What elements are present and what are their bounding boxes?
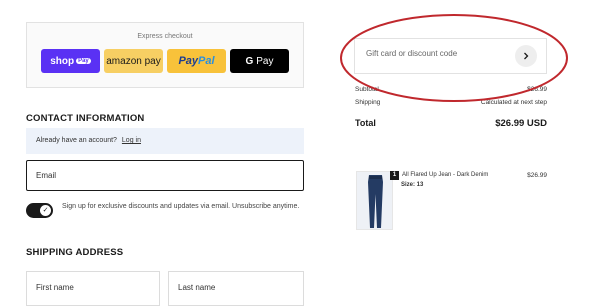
product-price: $26.99 (527, 172, 547, 179)
product-size: Size: 13 (401, 182, 424, 188)
email-field[interactable]: Email (26, 160, 304, 191)
account-login-banner: Already have an account? Log in (26, 128, 304, 154)
total-value: $26.99 USD (495, 118, 547, 129)
login-link[interactable]: Log in (122, 137, 141, 144)
amazon-pay-label: amazon pay (106, 55, 161, 67)
last-name-field[interactable]: Last name (168, 271, 304, 306)
shop-pay-badge: Pay (76, 58, 91, 64)
google-pay-button[interactable]: G Pay (230, 49, 289, 73)
highlight-ellipse-outline (340, 14, 568, 102)
express-checkout-title: Express checkout (137, 33, 193, 40)
jeans-icon (368, 175, 383, 228)
email-signup-label: Sign up for exclusive discounts and upda… (62, 203, 300, 210)
email-signup-toggle[interactable]: ✓ (26, 203, 53, 218)
last-name-placeholder: Last name (178, 283, 216, 292)
product-thumbnail (356, 171, 393, 230)
shipping-address-heading: SHIPPING ADDRESS (26, 247, 124, 258)
contact-information-heading: CONTACT INFORMATION (26, 113, 145, 124)
google-pay-label: Pay (256, 55, 274, 67)
shop-pay-label: shop (50, 55, 75, 67)
paypal-label-pay: Pay (178, 55, 199, 67)
email-placeholder: Email (36, 171, 57, 180)
total-label: Total (355, 118, 376, 128)
amazon-pay-button[interactable]: amazon pay (104, 49, 163, 73)
paypal-label-pal: Pal (198, 55, 215, 67)
first-name-field[interactable]: First name (26, 271, 160, 306)
express-checkout-panel: Express checkout shop Pay amazon pay Pay… (26, 22, 304, 88)
paypal-button[interactable]: Pay Pal (167, 49, 226, 73)
account-prompt: Already have an account? (36, 137, 117, 144)
quantity-badge: 1 (390, 171, 399, 180)
shop-pay-button[interactable]: shop Pay (41, 49, 100, 73)
product-name: All Flared Up Jean - Dark Denim (402, 172, 489, 178)
checkmark-icon: ✓ (40, 205, 51, 216)
highlight-ellipse (340, 14, 568, 102)
total-row: Total $26.99 USD (355, 118, 547, 129)
google-g-icon: G (245, 55, 254, 67)
first-name-placeholder: First name (36, 283, 74, 292)
